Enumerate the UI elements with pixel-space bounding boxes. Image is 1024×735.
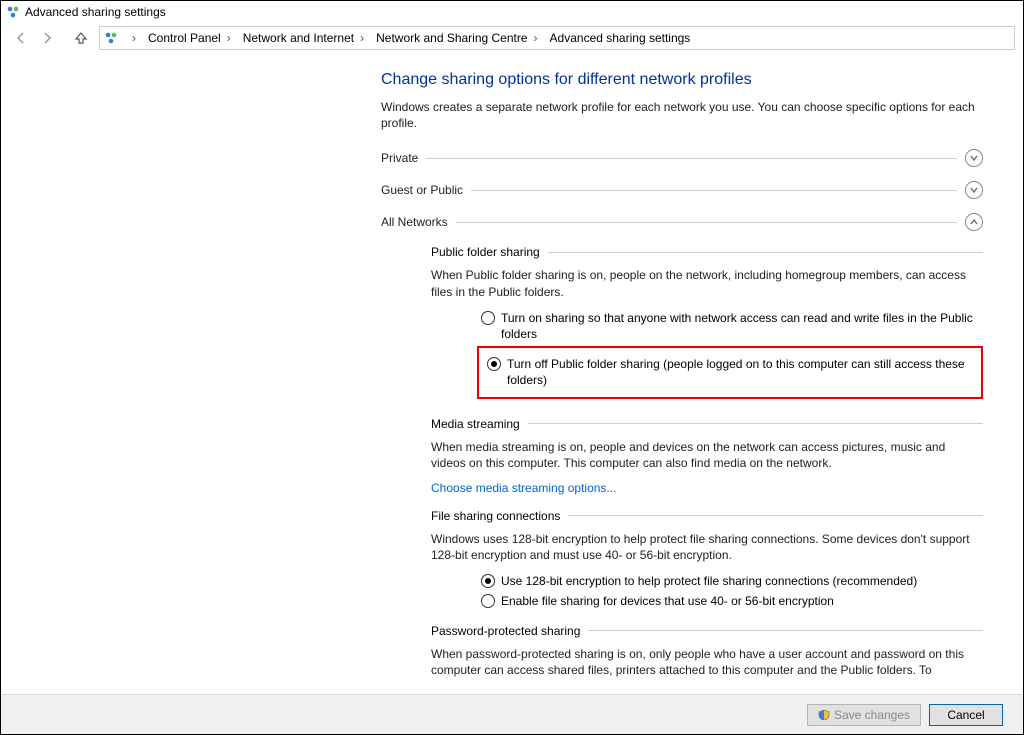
section-desc: When media streaming is on, people and d…	[431, 439, 983, 471]
breadcrumb-label: Advanced sharing settings	[550, 31, 691, 45]
divider	[568, 515, 983, 516]
breadcrumb-item[interactable]: Advanced sharing settings	[544, 27, 697, 49]
media-streaming-link[interactable]: Choose media streaming options...	[431, 481, 616, 495]
nav-bar: › Control Panel › Network and Internet ›…	[1, 23, 1023, 53]
divider	[456, 222, 957, 223]
profile-label: Private	[381, 151, 418, 165]
network-sharing-icon	[102, 31, 120, 45]
section-title: Password-protected sharing	[431, 624, 580, 638]
radio-label: Turn on sharing so that anyone with netw…	[501, 310, 983, 342]
section-title: File sharing connections	[431, 509, 560, 523]
radio-icon[interactable]	[487, 357, 501, 371]
shield-icon	[818, 709, 830, 721]
divider	[548, 252, 983, 253]
breadcrumb[interactable]: › Control Panel › Network and Internet ›…	[99, 26, 1015, 50]
page-heading: Change sharing options for different net…	[381, 71, 983, 89]
title-bar: Advanced sharing settings	[1, 1, 1023, 23]
divider	[471, 190, 957, 191]
button-label: Cancel	[947, 708, 984, 722]
section-file-sharing: File sharing connections	[431, 509, 983, 523]
section-public-folder: Public folder sharing	[431, 245, 983, 259]
divider	[426, 158, 957, 159]
breadcrumb-item[interactable]: Control Panel ›	[142, 27, 237, 49]
chevron-right-icon: ›	[132, 31, 136, 45]
radio-icon[interactable]	[481, 574, 495, 588]
divider	[528, 423, 983, 424]
section-media-streaming: Media streaming	[431, 417, 983, 431]
up-button[interactable]	[69, 26, 93, 50]
section-password-sharing: Password-protected sharing	[431, 624, 983, 638]
radio-40bit[interactable]: Enable file sharing for devices that use…	[481, 593, 983, 609]
chevron-right-icon: ›	[360, 31, 364, 45]
chevron-right-icon: ›	[534, 31, 538, 45]
content-area: Change sharing options for different net…	[1, 53, 1023, 694]
page-intro: Windows creates a separate network profi…	[381, 99, 983, 131]
cancel-button[interactable]: Cancel	[929, 704, 1003, 726]
chevron-right-icon: ›	[227, 31, 231, 45]
network-sharing-icon	[5, 4, 21, 20]
section-desc: When Public folder sharing is on, people…	[431, 267, 983, 299]
radio-icon[interactable]	[481, 311, 495, 325]
profile-all-networks[interactable]: All Networks	[381, 213, 983, 231]
chevron-down-icon[interactable]	[965, 181, 983, 199]
divider	[588, 630, 983, 631]
radio-label: Use 128-bit encryption to help protect f…	[501, 573, 983, 589]
section-title: Public folder sharing	[431, 245, 540, 259]
radio-label: Enable file sharing for devices that use…	[501, 593, 983, 609]
radio-public-off[interactable]: Turn off Public folder sharing (people l…	[487, 356, 977, 388]
chevron-up-icon[interactable]	[965, 213, 983, 231]
save-changes-button[interactable]: Save changes	[807, 704, 921, 726]
breadcrumb-item[interactable]: ›	[120, 27, 142, 49]
button-label: Save changes	[834, 708, 910, 722]
profile-label: Guest or Public	[381, 183, 463, 197]
highlight-annotation: Turn off Public folder sharing (people l…	[477, 346, 983, 398]
breadcrumb-label: Network and Internet	[243, 31, 354, 45]
forward-button[interactable]	[35, 26, 59, 50]
section-desc: When password-protected sharing is on, o…	[431, 646, 983, 678]
footer-bar: Save changes Cancel	[1, 694, 1023, 734]
radio-icon[interactable]	[481, 594, 495, 608]
radio-128bit[interactable]: Use 128-bit encryption to help protect f…	[481, 573, 983, 589]
breadcrumb-item[interactable]: Network and Internet ›	[237, 27, 370, 49]
profile-guest[interactable]: Guest or Public	[381, 181, 983, 199]
breadcrumb-label: Control Panel	[148, 31, 221, 45]
section-desc: Windows uses 128-bit encryption to help …	[431, 531, 983, 563]
section-title: Media streaming	[431, 417, 520, 431]
breadcrumb-label: Network and Sharing Centre	[376, 31, 527, 45]
profile-private[interactable]: Private	[381, 149, 983, 167]
window-title: Advanced sharing settings	[25, 5, 166, 19]
profile-label: All Networks	[381, 215, 448, 229]
breadcrumb-item[interactable]: Network and Sharing Centre ›	[370, 27, 543, 49]
chevron-down-icon[interactable]	[965, 149, 983, 167]
back-button[interactable]	[9, 26, 33, 50]
radio-label: Turn off Public folder sharing (people l…	[507, 356, 977, 388]
radio-public-on[interactable]: Turn on sharing so that anyone with netw…	[481, 310, 983, 342]
